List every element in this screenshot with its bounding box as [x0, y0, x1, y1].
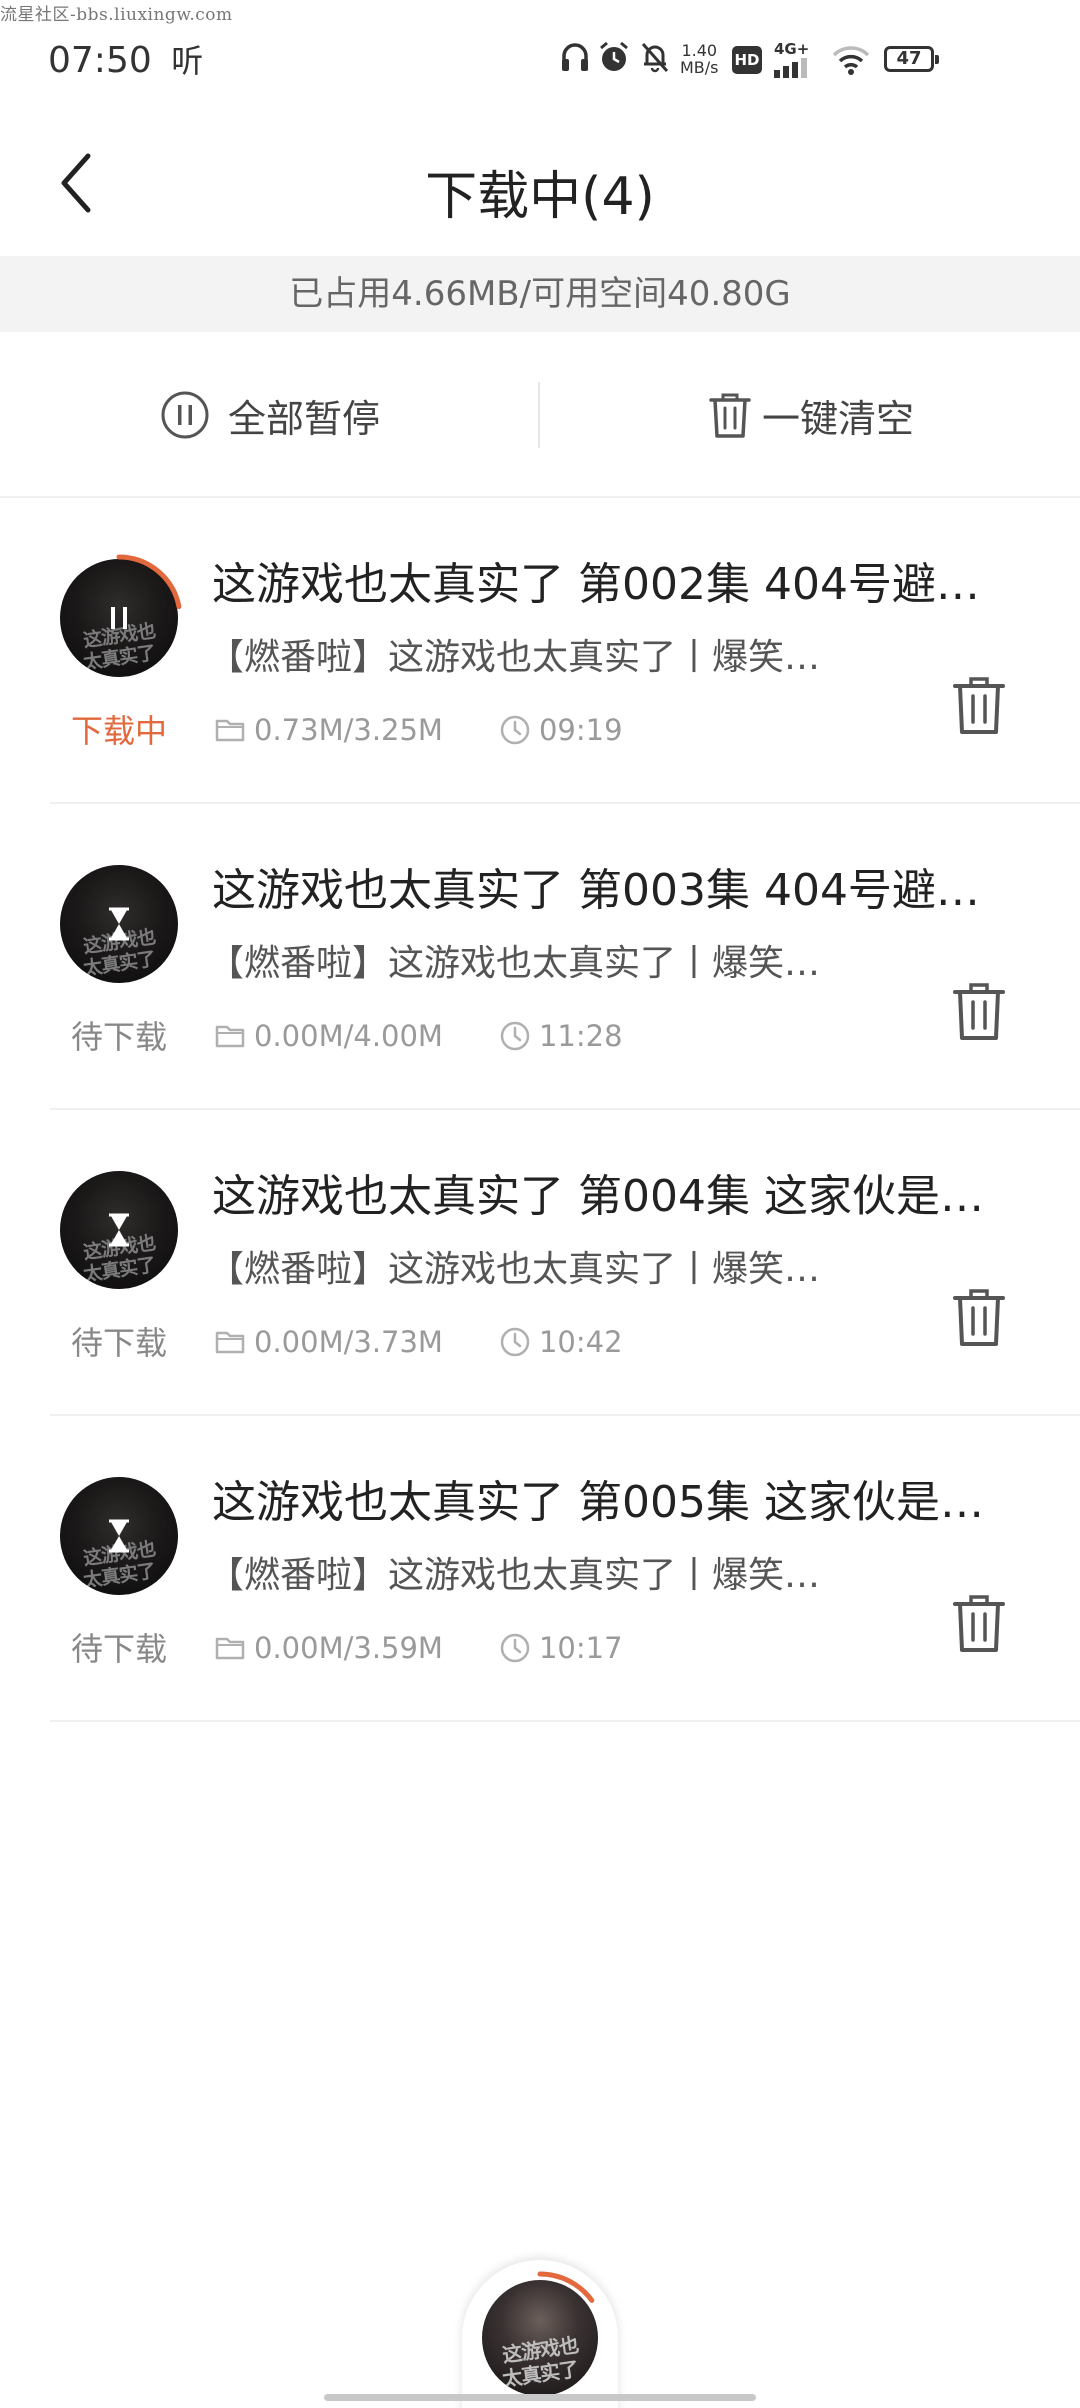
- action-bar: 全部暂停 一键清空: [0, 332, 1080, 498]
- episode-title: 这游戏也太真实了 第004集 这家伙是…: [212, 1171, 984, 1222]
- page-title: 下载中(4): [425, 167, 655, 227]
- download-progress-ring: [54, 1165, 184, 1295]
- clock-icon: [500, 1327, 530, 1357]
- clock-icon: [500, 715, 530, 745]
- clear-all-button[interactable]: 一键清空: [542, 332, 1080, 498]
- folder-icon: [215, 1637, 245, 1660]
- clock-icon: [500, 1021, 530, 1051]
- episode-meta: 0.00M/4.00M 11:28: [214, 1016, 623, 1056]
- trash-icon: [709, 393, 751, 438]
- episode-thumbnail[interactable]: 这游戏也 太真实了: [54, 1471, 184, 1601]
- storage-info: 已占用4.66MB/可用空间40.80G: [0, 256, 1080, 332]
- download-item[interactable]: 这游戏也 太真实了 待下载 这游戏也太真实了 第004集 这家伙是… 【燃番啦】…: [0, 1110, 1080, 1416]
- pause-all-label: 全部暂停: [227, 396, 380, 441]
- delete-icon[interactable]: [952, 674, 1006, 736]
- download-status: 待下载: [70, 1018, 167, 1056]
- file-size: 0.00M/3.73M: [254, 1325, 443, 1359]
- duration: 11:28: [538, 1019, 623, 1053]
- episode-subtitle: 【燃番啦】这游戏也太真实了丨爆笑…: [208, 1249, 821, 1290]
- duration: 10:17: [538, 1631, 623, 1665]
- clear-all-label: 一键清空: [761, 396, 914, 441]
- divider: [538, 382, 540, 448]
- duration: 09:19: [538, 713, 623, 747]
- episode-subtitle: 【燃番啦】这游戏也太真实了丨爆笑…: [208, 1555, 821, 1596]
- status-bar: 07:50 听 1.40 MB/s HD 4G+ 47: [0, 0, 1080, 110]
- duration: 10:42: [538, 1325, 623, 1359]
- mini-player-progress-ring: [473, 2271, 607, 2405]
- episode-title: 这游戏也太真实了 第003集 404号避…: [212, 865, 980, 916]
- home-indicator[interactable]: [324, 2394, 756, 2401]
- header: 下载中(4): [0, 110, 1080, 256]
- mini-player[interactable]: 这游戏也 太真实了: [462, 2260, 618, 2408]
- download-status: 待下载: [70, 1630, 167, 1668]
- folder-icon: [215, 1025, 245, 1048]
- headphones-icon: [562, 43, 588, 71]
- file-size: 0.00M/4.00M: [254, 1019, 443, 1053]
- episode-subtitle: 【燃番啦】这游戏也太真实了丨爆笑…: [208, 943, 821, 984]
- episode-thumbnail[interactable]: 这游戏也 太真实了: [54, 1165, 184, 1295]
- episode-subtitle: 【燃番啦】这游戏也太真实了丨爆笑…: [208, 637, 821, 678]
- delete-icon[interactable]: [952, 1592, 1006, 1654]
- episode-meta: 0.73M/3.25M 09:19: [214, 710, 623, 750]
- episode-title: 这游戏也太真实了 第005集 这家伙是…: [212, 1477, 984, 1528]
- download-item[interactable]: 这游戏也 太真实了 下载中 这游戏也太真实了 第002集 404号避… 【燃番啦…: [0, 498, 1080, 804]
- pause-circle-icon: [161, 391, 209, 439]
- alarm-icon: [600, 41, 628, 71]
- download-progress-ring: [54, 1471, 184, 1601]
- episode-thumbnail[interactable]: 这游戏也 太真实了: [54, 859, 184, 989]
- network-type: 4G+: [774, 40, 810, 82]
- pause-all-button[interactable]: 全部暂停: [0, 332, 540, 498]
- folder-icon: [215, 719, 245, 742]
- hd-badge: HD: [732, 46, 762, 74]
- battery-icon: 47: [884, 46, 939, 72]
- silent-bell-icon: [641, 43, 669, 73]
- download-item[interactable]: 这游戏也 太真实了 待下载 这游戏也太真实了 第005集 这家伙是… 【燃番啦】…: [0, 1416, 1080, 1722]
- signal-icon: [774, 58, 807, 78]
- episode-meta: 0.00M/3.59M 10:17: [214, 1628, 623, 1668]
- delete-icon[interactable]: [952, 980, 1006, 1042]
- download-list: 这游戏也 太真实了 下载中 这游戏也太真实了 第002集 404号避… 【燃番啦…: [0, 498, 1080, 1722]
- status-icons: 1.40 MB/s HD 4G+ 47: [560, 40, 960, 86]
- download-progress-ring: [54, 859, 184, 989]
- network-speed: 1.40 MB/s: [680, 41, 719, 77]
- download-item[interactable]: 这游戏也 太真实了 待下载 这游戏也太真实了 第003集 404号避… 【燃番啦…: [0, 804, 1080, 1110]
- clock-icon: [500, 1633, 530, 1663]
- episode-title: 这游戏也太真实了 第002集 404号避…: [212, 559, 980, 610]
- download-status: 下载中: [70, 712, 167, 750]
- status-time: 07:50 听: [48, 40, 204, 81]
- file-size: 0.73M/3.25M: [254, 713, 443, 747]
- listen-icon: 听: [171, 42, 204, 80]
- delete-icon[interactable]: [952, 1286, 1006, 1348]
- episode-thumbnail[interactable]: 这游戏也 太真实了: [54, 553, 184, 683]
- file-size: 0.00M/3.59M: [254, 1631, 443, 1665]
- wifi-icon: [832, 46, 870, 75]
- folder-icon: [215, 1331, 245, 1354]
- download-status: 待下载: [70, 1324, 167, 1362]
- episode-meta: 0.00M/3.73M 10:42: [214, 1322, 623, 1362]
- download-progress-ring: [55, 554, 183, 682]
